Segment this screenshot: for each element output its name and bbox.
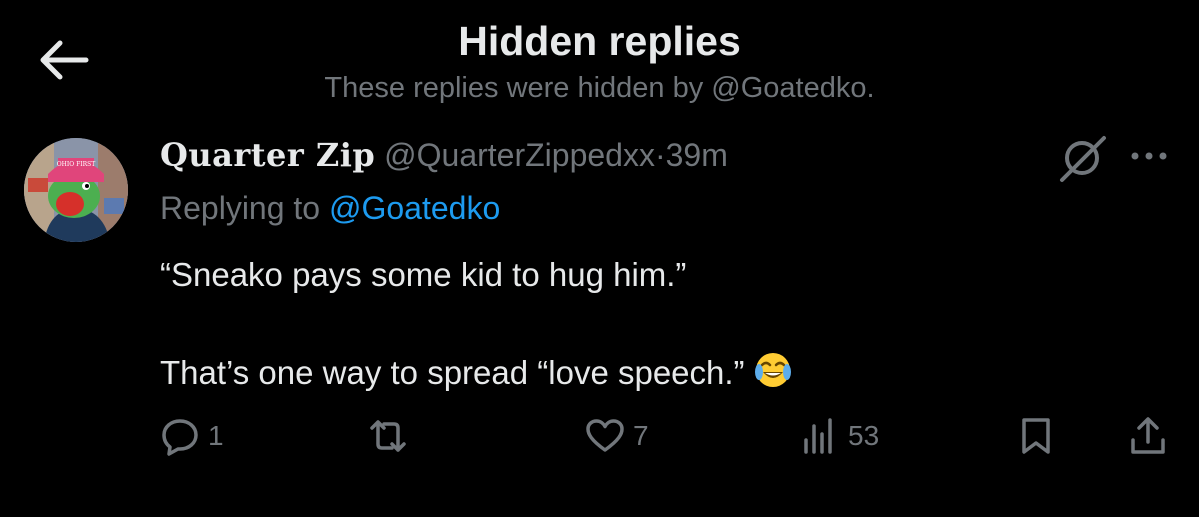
bookmark-icon bbox=[1022, 418, 1050, 454]
views-count: 53 bbox=[848, 420, 880, 451]
more-options-button[interactable] bbox=[1126, 140, 1172, 172]
tweet-line-2: That’s one way to spread “love speech.” bbox=[160, 354, 745, 391]
views-button[interactable]: 53 bbox=[800, 414, 879, 458]
avatar-badge-text: OHIO FIRST bbox=[57, 161, 96, 168]
tweet-line-1: “Sneako pays some kid to hug him.” bbox=[160, 256, 687, 293]
avatar-image: OHIO FIRST bbox=[24, 138, 128, 242]
like-count: 7 bbox=[633, 420, 649, 451]
replying-to-line: Replying to @Goatedko bbox=[160, 190, 500, 227]
avatar[interactable]: OHIO FIRST bbox=[24, 138, 128, 242]
tweet-time[interactable]: 39m bbox=[666, 137, 728, 173]
page-title: Hidden replies bbox=[458, 18, 741, 64]
replying-to-mention[interactable]: @Goatedko bbox=[329, 190, 500, 226]
replying-prefix: Replying to bbox=[160, 190, 321, 226]
reply-count: 1 bbox=[208, 420, 224, 451]
bookmark-button[interactable] bbox=[1016, 414, 1056, 458]
unhide-reply-button[interactable] bbox=[1058, 132, 1110, 184]
like-button[interactable]: 7 bbox=[585, 414, 649, 458]
more-dots-icon bbox=[1131, 152, 1167, 160]
page-subtitle: These replies were hidden by @Goatedko. bbox=[324, 72, 875, 104]
reply-button[interactable]: 1 bbox=[160, 414, 224, 458]
hidden-reply-icon bbox=[1060, 136, 1106, 182]
tweet-header: Quarter Zip @QuarterZippedxx·39m bbox=[160, 136, 728, 174]
reply-bubble-icon bbox=[162, 419, 198, 456]
heart-icon bbox=[586, 419, 624, 452]
separator-dot: · bbox=[654, 137, 666, 173]
user-handle[interactable]: @QuarterZippedxx bbox=[384, 137, 655, 173]
display-name[interactable]: Quarter Zip bbox=[160, 136, 375, 174]
share-upload-icon bbox=[1131, 417, 1165, 454]
retweet-button[interactable] bbox=[368, 414, 416, 458]
face-with-tears-of-joy-icon bbox=[754, 353, 791, 387]
retweet-icon bbox=[370, 420, 406, 452]
tweet-text: “Sneako pays some kid to hug him.” That’… bbox=[160, 250, 1140, 398]
analytics-bars-icon bbox=[804, 418, 832, 454]
tweet-line-2-wrap: That’s one way to spread “love speech.” bbox=[160, 348, 1140, 398]
share-button[interactable] bbox=[1128, 414, 1168, 458]
